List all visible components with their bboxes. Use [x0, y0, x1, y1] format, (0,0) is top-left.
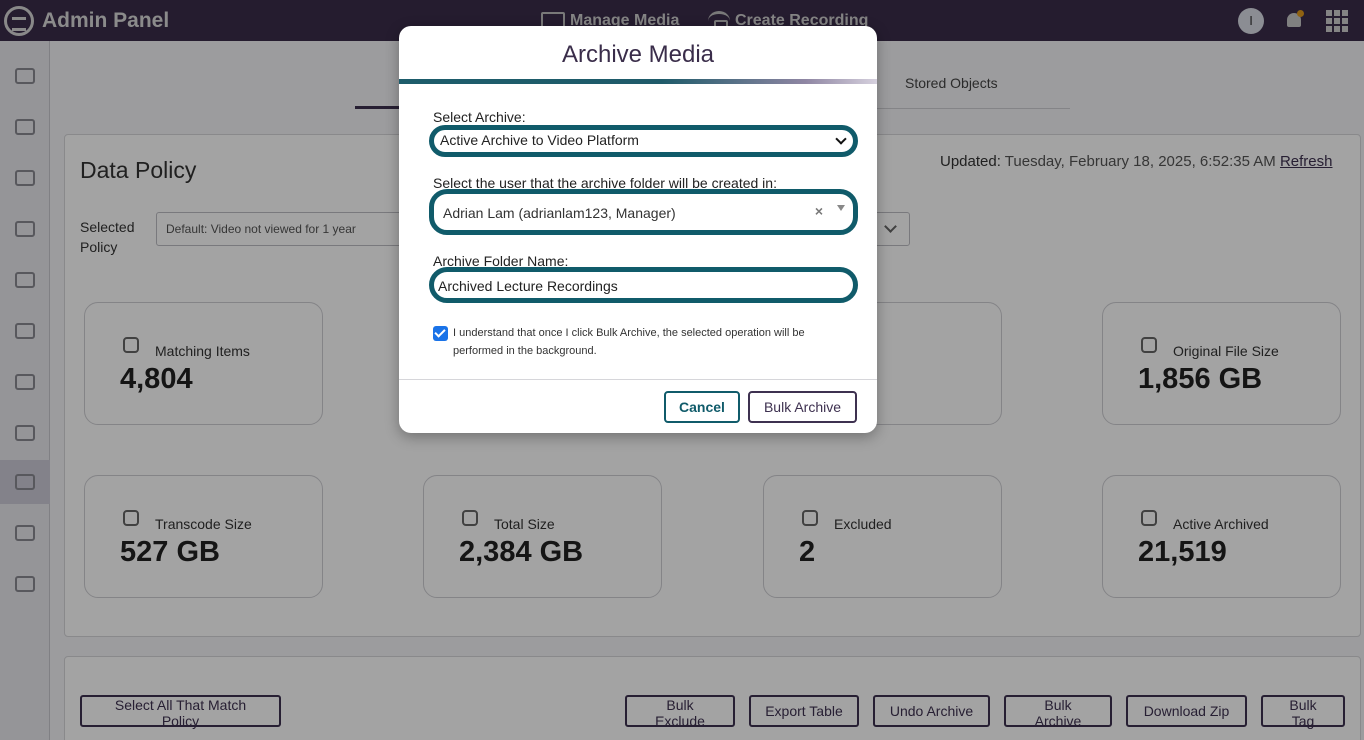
modal-divider: [399, 379, 877, 380]
cancel-button[interactable]: Cancel: [664, 391, 740, 423]
clear-icon[interactable]: ×: [815, 203, 823, 219]
archive-media-modal: Archive Media Select Archive: Active Arc…: [399, 26, 877, 433]
user-select-value: Adrian Lam (adrianlam123, Manager): [443, 205, 676, 221]
chevron-down-icon: [835, 133, 847, 145]
user-select[interactable]: Adrian Lam (adrianlam123, Manager) ×: [429, 189, 858, 235]
select-archive-dropdown[interactable]: Active Archive to Video Platform: [429, 125, 858, 157]
modal-title: Archive Media: [561, 41, 715, 68]
modal-title-bar: [399, 79, 877, 84]
select-archive-label: Select Archive:: [433, 109, 526, 125]
dropdown-arrow-icon[interactable]: [837, 205, 845, 211]
folder-name-input[interactable]: Archived Lecture Recordings: [429, 267, 858, 303]
agree-text: I understand that once I click Bulk Arch…: [453, 327, 805, 357]
agree-checkbox[interactable]: [433, 326, 448, 341]
bulk-archive-button[interactable]: Bulk Archive: [748, 391, 857, 423]
select-archive-value: Active Archive to Video Platform: [440, 132, 639, 148]
